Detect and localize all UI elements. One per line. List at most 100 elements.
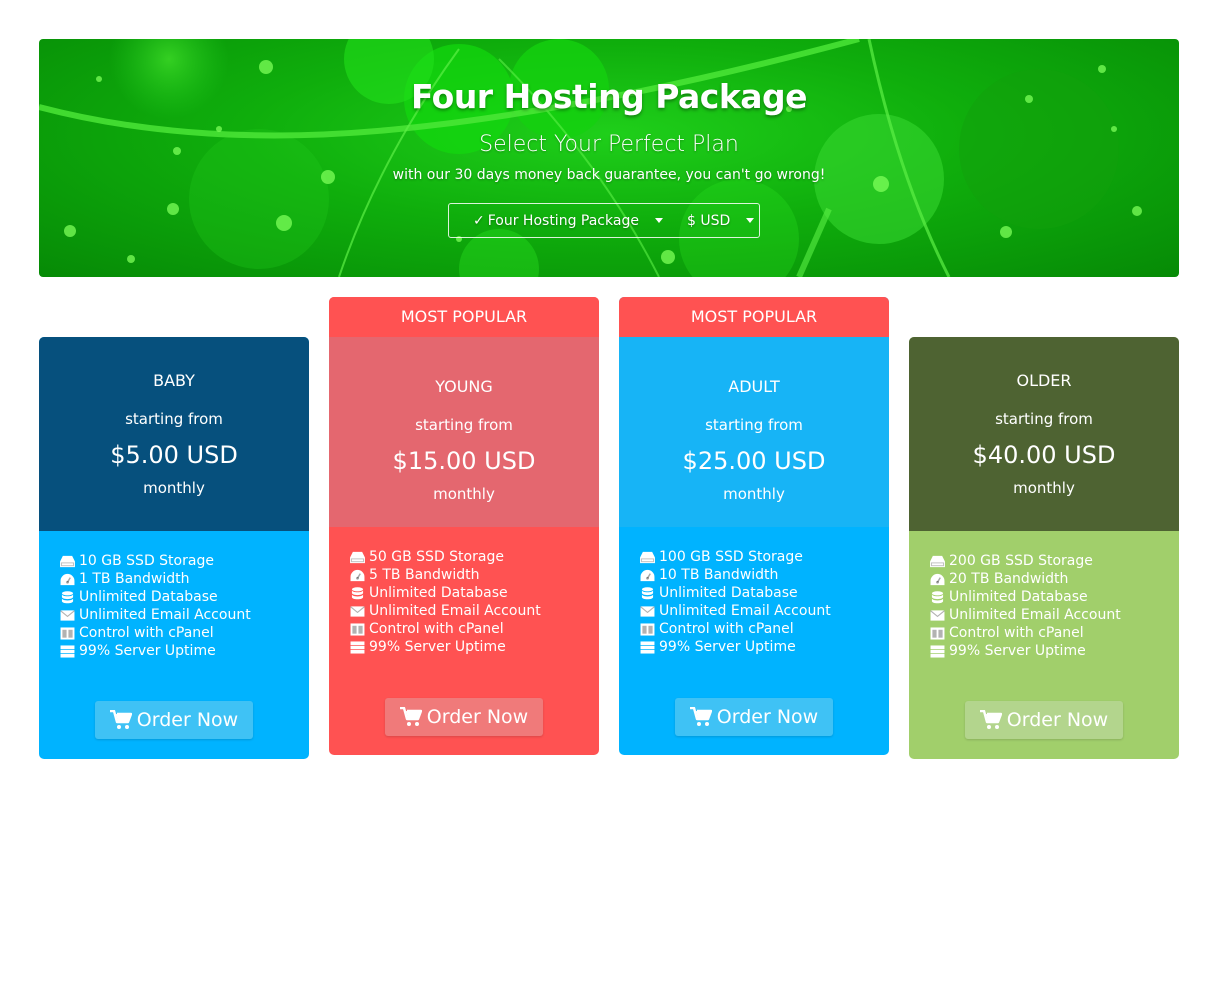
feature-label: Unlimited Email Account — [659, 603, 831, 619]
feature-list: 200 GB SSD Storage 20 TB Bandwidth Unlimit… — [909, 531, 1179, 660]
feature-item: Unlimited Email Account — [349, 602, 599, 620]
plan-header: OLDER starting from $40.00 USD monthly — [909, 337, 1179, 531]
database-icon — [639, 586, 655, 600]
guarantee-text: with our 30 days money back guarantee, y… — [392, 167, 826, 183]
hdd-icon — [59, 554, 75, 568]
feature-label: Unlimited Database — [79, 589, 218, 605]
plan-card-older: OLDER starting from $40.00 USD monthly 2… — [909, 337, 1179, 759]
feature-item: Control with cPanel — [349, 620, 599, 638]
shopping-cart-icon — [109, 710, 132, 729]
page-subtitle: Select Your Perfect Plan — [479, 132, 739, 157]
plan-card-young: MOST POPULAR YOUNG starting from $15.00 … — [329, 297, 599, 755]
feature-item: Unlimited Email Account — [59, 606, 309, 624]
feature-label: Unlimited Email Account — [369, 603, 541, 619]
feature-label: 10 TB Bandwidth — [659, 567, 779, 583]
shopping-cart-icon — [979, 710, 1002, 729]
hdd-icon — [349, 550, 365, 564]
feature-item: 20 TB Bandwidth — [929, 570, 1179, 588]
hero-content: Four Hosting Package Select Your Perfect… — [39, 39, 1179, 277]
feature-item: Unlimited Email Account — [639, 602, 889, 620]
feature-item: Unlimited Email Account — [929, 606, 1179, 624]
feature-label: 99% Server Uptime — [949, 643, 1086, 659]
feature-label: Unlimited Database — [949, 589, 1088, 605]
feature-label: Control with cPanel — [659, 621, 794, 637]
feature-item: Control with cPanel — [59, 624, 309, 642]
billing-cycle: monthly — [433, 485, 495, 503]
shopping-cart-icon — [689, 707, 712, 726]
hdd-icon — [639, 550, 655, 564]
columns-icon — [349, 622, 365, 636]
server-icon — [349, 640, 365, 654]
database-icon — [929, 590, 945, 604]
plan-card-adult: MOST POPULAR ADULT starting from $25.00 … — [619, 297, 889, 755]
feature-item: 200 GB SSD Storage — [929, 552, 1179, 570]
billing-cycle: monthly — [1013, 479, 1075, 497]
check-icon: ✓ — [473, 212, 485, 229]
caret-down-icon — [654, 218, 663, 223]
plan-header: BABY starting from $5.00 USD monthly — [39, 337, 309, 531]
server-icon — [59, 644, 75, 658]
caret-down-icon — [746, 218, 755, 223]
feature-item: 10 GB SSD Storage — [59, 552, 309, 570]
feature-label: Control with cPanel — [949, 625, 1084, 641]
plan-price: $25.00 USD — [682, 447, 826, 475]
order-now-button[interactable]: Order Now — [95, 701, 253, 739]
envelope-icon — [349, 604, 365, 618]
feature-item: Control with cPanel — [639, 620, 889, 638]
database-icon — [349, 586, 365, 600]
plan-price: $5.00 USD — [110, 441, 238, 469]
order-now-label: Order Now — [716, 706, 819, 728]
starting-from-label: starting from — [995, 410, 1093, 428]
server-icon — [929, 644, 945, 658]
billing-cycle: monthly — [723, 485, 785, 503]
plan-selector: ✓ Four Hosting Package $ USD — [448, 203, 760, 238]
envelope-icon — [59, 608, 75, 622]
feature-label: 50 GB SSD Storage — [369, 549, 504, 565]
feature-label: 99% Server Uptime — [659, 639, 796, 655]
dashboard-icon — [59, 572, 75, 586]
feature-item: 99% Server Uptime — [929, 642, 1179, 660]
most-popular-badge: MOST POPULAR — [619, 297, 889, 337]
package-dropdown-label: Four Hosting Package — [487, 212, 639, 229]
feature-label: Control with cPanel — [369, 621, 504, 637]
page-title: Four Hosting Package — [410, 77, 808, 116]
hdd-icon — [929, 554, 945, 568]
feature-label: Unlimited Database — [369, 585, 508, 601]
package-dropdown[interactable]: ✓ Four Hosting Package — [449, 204, 669, 237]
plan-card-baby: BABY starting from $5.00 USD monthly 10 … — [39, 337, 309, 759]
order-now-label: Order Now — [1006, 709, 1109, 731]
plan-name: ADULT — [728, 377, 780, 396]
feature-list: 100 GB SSD Storage 10 TB Bandwidth Unlimit… — [619, 527, 889, 656]
feature-item: 10 TB Bandwidth — [639, 566, 889, 584]
plan-header: YOUNG starting from $15.00 USD monthly — [329, 337, 599, 527]
plan-name: OLDER — [1016, 371, 1072, 390]
envelope-icon — [929, 608, 945, 622]
feature-item: 99% Server Uptime — [639, 638, 889, 656]
most-popular-badge: MOST POPULAR — [329, 297, 599, 337]
columns-icon — [59, 626, 75, 640]
feature-label: 10 GB SSD Storage — [79, 553, 214, 569]
feature-item: 50 GB SSD Storage — [349, 548, 599, 566]
plan-header: ADULT starting from $25.00 USD monthly — [619, 337, 889, 527]
billing-cycle: monthly — [143, 479, 205, 497]
feature-label: 20 TB Bandwidth — [949, 571, 1069, 587]
dashboard-icon — [349, 568, 365, 582]
plan-price: $15.00 USD — [392, 447, 536, 475]
feature-label: 5 TB Bandwidth — [369, 567, 480, 583]
columns-icon — [639, 622, 655, 636]
columns-icon — [929, 626, 945, 640]
plan-price: $40.00 USD — [972, 441, 1116, 469]
plan-name: YOUNG — [435, 377, 493, 396]
starting-from-label: starting from — [415, 416, 513, 434]
feature-label: Unlimited Email Account — [79, 607, 251, 623]
feature-item: 5 TB Bandwidth — [349, 566, 599, 584]
server-icon — [639, 640, 655, 654]
feature-item: 99% Server Uptime — [349, 638, 599, 656]
feature-item: 99% Server Uptime — [59, 642, 309, 660]
currency-dropdown[interactable]: $ USD — [669, 204, 755, 237]
feature-item: 100 GB SSD Storage — [639, 548, 889, 566]
shopping-cart-icon — [399, 707, 422, 726]
order-now-button[interactable]: Order Now — [385, 698, 543, 736]
order-now-button[interactable]: Order Now — [965, 701, 1123, 739]
order-now-button[interactable]: Order Now — [675, 698, 833, 736]
